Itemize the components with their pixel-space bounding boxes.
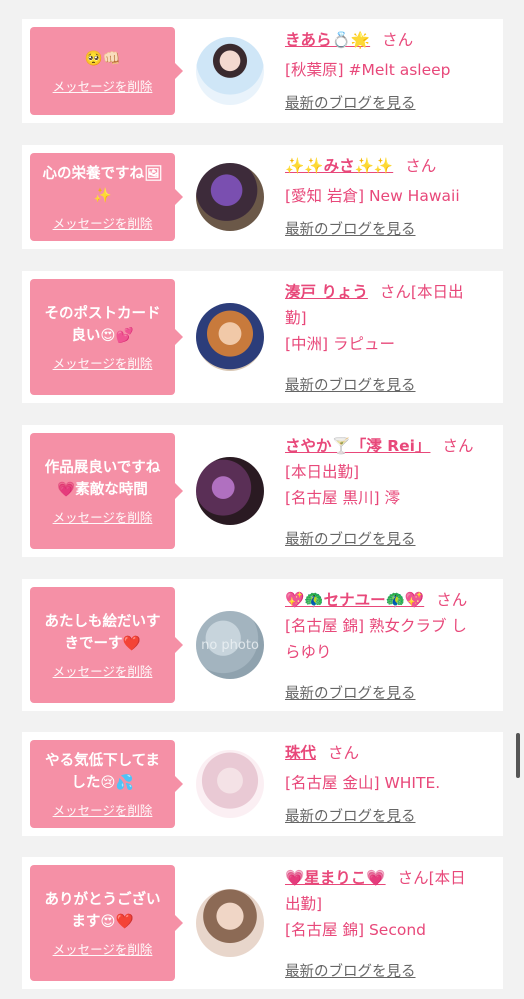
shop-info: [本日 (428, 869, 466, 887)
message-text: 🥺👊🏻 (84, 50, 121, 67)
latest-blog-link[interactable]: 最新のブログを見る (285, 528, 416, 549)
latest-blog-link[interactable]: 最新のブログを見る (285, 960, 416, 981)
message-bubble: 作品展良いですね💗素敵な時間 メッセージを削除 (30, 433, 183, 549)
honorific: さん (382, 31, 414, 49)
message-card: 作品展良いですね💗素敵な時間 メッセージを削除 さやか🍸「澪 Rei」 さん [本… (22, 425, 503, 557)
member-name-link[interactable]: きあら💍🌟 (285, 31, 370, 49)
delete-message-link[interactable]: メッセージを削除 (53, 76, 153, 95)
member-name-link[interactable]: ✨✨みさ✨✨ (285, 157, 393, 175)
member-name-link[interactable]: さやか🍸「澪 Rei」 (285, 437, 430, 455)
avatar[interactable] (196, 889, 264, 957)
honorific: さん (397, 869, 429, 887)
avatar[interactable] (196, 750, 264, 818)
shop-info: 勤] (285, 309, 307, 327)
shop-info: [名古屋 錦] Second (285, 921, 426, 939)
avatar[interactable] (196, 163, 264, 231)
shop-info: [秋葉原] #Melt asleep (285, 61, 451, 79)
shop-info: [中洲] ラピュー (285, 335, 396, 353)
message-card: 🥺👊🏻 メッセージを削除 きあら💍🌟 さん [秋葉原] #Melt asleep … (22, 19, 503, 123)
latest-blog-link[interactable]: 最新のブログを見る (285, 218, 416, 239)
message-text: ありがとうございます😍❤️ (44, 891, 161, 930)
shop-info: [名古屋 黒川] 澪 (285, 489, 400, 507)
shop-info: [愛知 岩倉] New Hawaii (285, 187, 460, 205)
message-text: そのポストカード良い😍💕 (44, 305, 161, 344)
member-name-link[interactable]: 珠代 (285, 744, 316, 762)
message-text: 心の栄養ですね🖼✨ (42, 165, 163, 204)
latest-blog-link[interactable]: 最新のブログを見る (285, 374, 416, 395)
message-text: 作品展良いですね💗素敵な時間 (44, 459, 161, 498)
avatar[interactable]: no photo (196, 611, 264, 679)
honorific: さん (436, 591, 468, 609)
shop-info: [名古屋 金山] WHITE. (285, 774, 441, 792)
delete-message-link[interactable]: メッセージを削除 (53, 213, 153, 232)
avatar[interactable] (196, 303, 264, 371)
shop-info: [名古屋 錦] 熟女クラブ し (285, 617, 467, 635)
delete-message-link[interactable]: メッセージを削除 (53, 939, 153, 958)
message-card: やる気低下してました😢💦 メッセージを削除 珠代 さん [名古屋 金山] WHIT… (22, 732, 503, 836)
message-card: ありがとうございます😍❤️ メッセージを削除 💗星まりこ💗 さん[本日 出勤] [… (22, 857, 503, 989)
message-bubble: あたしも絵だいすきでーす❤️ メッセージを削除 (30, 587, 183, 703)
avatar[interactable] (196, 457, 264, 525)
delete-message-link[interactable]: メッセージを削除 (53, 507, 153, 526)
honorific: さん (442, 437, 474, 455)
message-card: あたしも絵だいすきでーす❤️ メッセージを削除 no photo 💖🦚セナユー🦚… (22, 579, 503, 711)
message-text: あたしも絵だいすきでーす❤️ (44, 613, 161, 652)
member-name-link[interactable]: 💗星まりこ💗 (285, 869, 386, 887)
message-card: 心の栄養ですね🖼✨ メッセージを削除 ✨✨みさ✨✨ さん [愛知 岩倉] New … (22, 145, 503, 249)
member-name-link[interactable]: 湊戸 りょう (285, 283, 368, 301)
latest-blog-link[interactable]: 最新のブログを見る (285, 682, 416, 703)
message-bubble: そのポストカード良い😍💕 メッセージを削除 (30, 279, 183, 395)
shop-info: [本日出勤] (285, 463, 360, 481)
delete-message-link[interactable]: メッセージを削除 (53, 353, 153, 372)
avatar[interactable] (196, 37, 264, 105)
honorific: さん (379, 283, 411, 301)
message-bubble: やる気低下してました😢💦 メッセージを削除 (30, 740, 183, 828)
message-text: やる気低下してました😢💦 (45, 752, 160, 791)
message-bubble: 心の栄養ですね🖼✨ メッセージを削除 (30, 153, 183, 241)
shop-info: 出勤] (285, 895, 323, 913)
no-photo-label: no photo (201, 637, 259, 653)
member-name-link[interactable]: 💖🦚セナユー🦚💖 (285, 591, 424, 609)
latest-blog-link[interactable]: 最新のブログを見る (285, 92, 416, 113)
shop-info: [本日出 (410, 283, 464, 301)
shop-info: らゆり (285, 643, 332, 661)
delete-message-link[interactable]: メッセージを削除 (53, 661, 153, 680)
scrollbar[interactable] (516, 733, 520, 778)
message-bubble: 🥺👊🏻 メッセージを削除 (30, 27, 183, 115)
latest-blog-link[interactable]: 最新のブログを見る (285, 805, 416, 826)
honorific: さん (405, 157, 437, 175)
message-bubble: ありがとうございます😍❤️ メッセージを削除 (30, 865, 183, 981)
delete-message-link[interactable]: メッセージを削除 (53, 800, 153, 819)
message-card: そのポストカード良い😍💕 メッセージを削除 湊戸 りょう さん[本日出 勤] [中… (22, 271, 503, 403)
honorific: さん (328, 744, 360, 762)
